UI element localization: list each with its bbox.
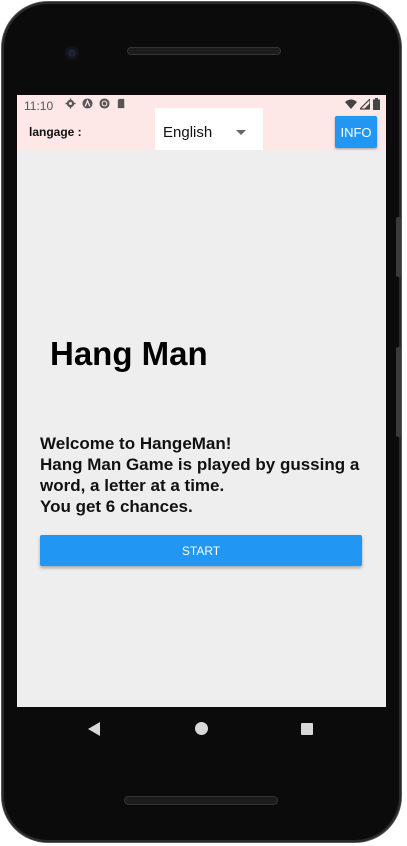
earpiece-speaker — [127, 47, 281, 55]
home-icon[interactable] — [195, 722, 208, 735]
start-button[interactable]: START — [40, 535, 362, 566]
description-line: word, a letter at a time. — [40, 476, 225, 495]
status-time: 11:10 — [24, 99, 54, 113]
sync-icon — [99, 98, 110, 109]
language-selected-value: English — [163, 124, 213, 141]
bottom-speaker — [124, 796, 278, 805]
battery-icon — [373, 98, 380, 110]
description-line: Hang Man Game is played by gussing a — [40, 455, 360, 474]
page: 11:10 langage: English INFO Hang Man We… — [0, 0, 407, 846]
language-bar: langage : English INFO — [17, 108, 386, 150]
wifi-icon — [345, 99, 357, 109]
system-icons — [345, 98, 380, 110]
power-button — [396, 347, 401, 437]
app-icon — [82, 98, 93, 109]
app-screen: 11:10 langage: English INFO Hang Man We… — [17, 95, 386, 707]
description-line: You get 6 chances. — [40, 497, 193, 516]
front-camera — [65, 46, 79, 60]
navigation-bar — [17, 707, 386, 752]
dropdown-arrow-icon — [236, 130, 246, 135]
language-dropdown[interactable]: English — [155, 108, 263, 150]
game-description: Welcome to HangeMan! Hang Man Game is pl… — [40, 433, 370, 517]
language-label: langage : — [29, 125, 82, 139]
volume-button — [396, 217, 401, 277]
notification-icons — [65, 98, 127, 109]
recents-icon[interactable] — [301, 723, 313, 735]
description-line: Welcome to HangeMan! — [40, 434, 232, 453]
sd-card-icon — [117, 98, 125, 109]
signal-icon — [360, 98, 370, 110]
info-button[interactable]: INFO — [335, 116, 377, 148]
settings-icon — [65, 98, 76, 109]
back-icon[interactable] — [88, 722, 100, 736]
page-title: Hang Man — [50, 335, 208, 372]
